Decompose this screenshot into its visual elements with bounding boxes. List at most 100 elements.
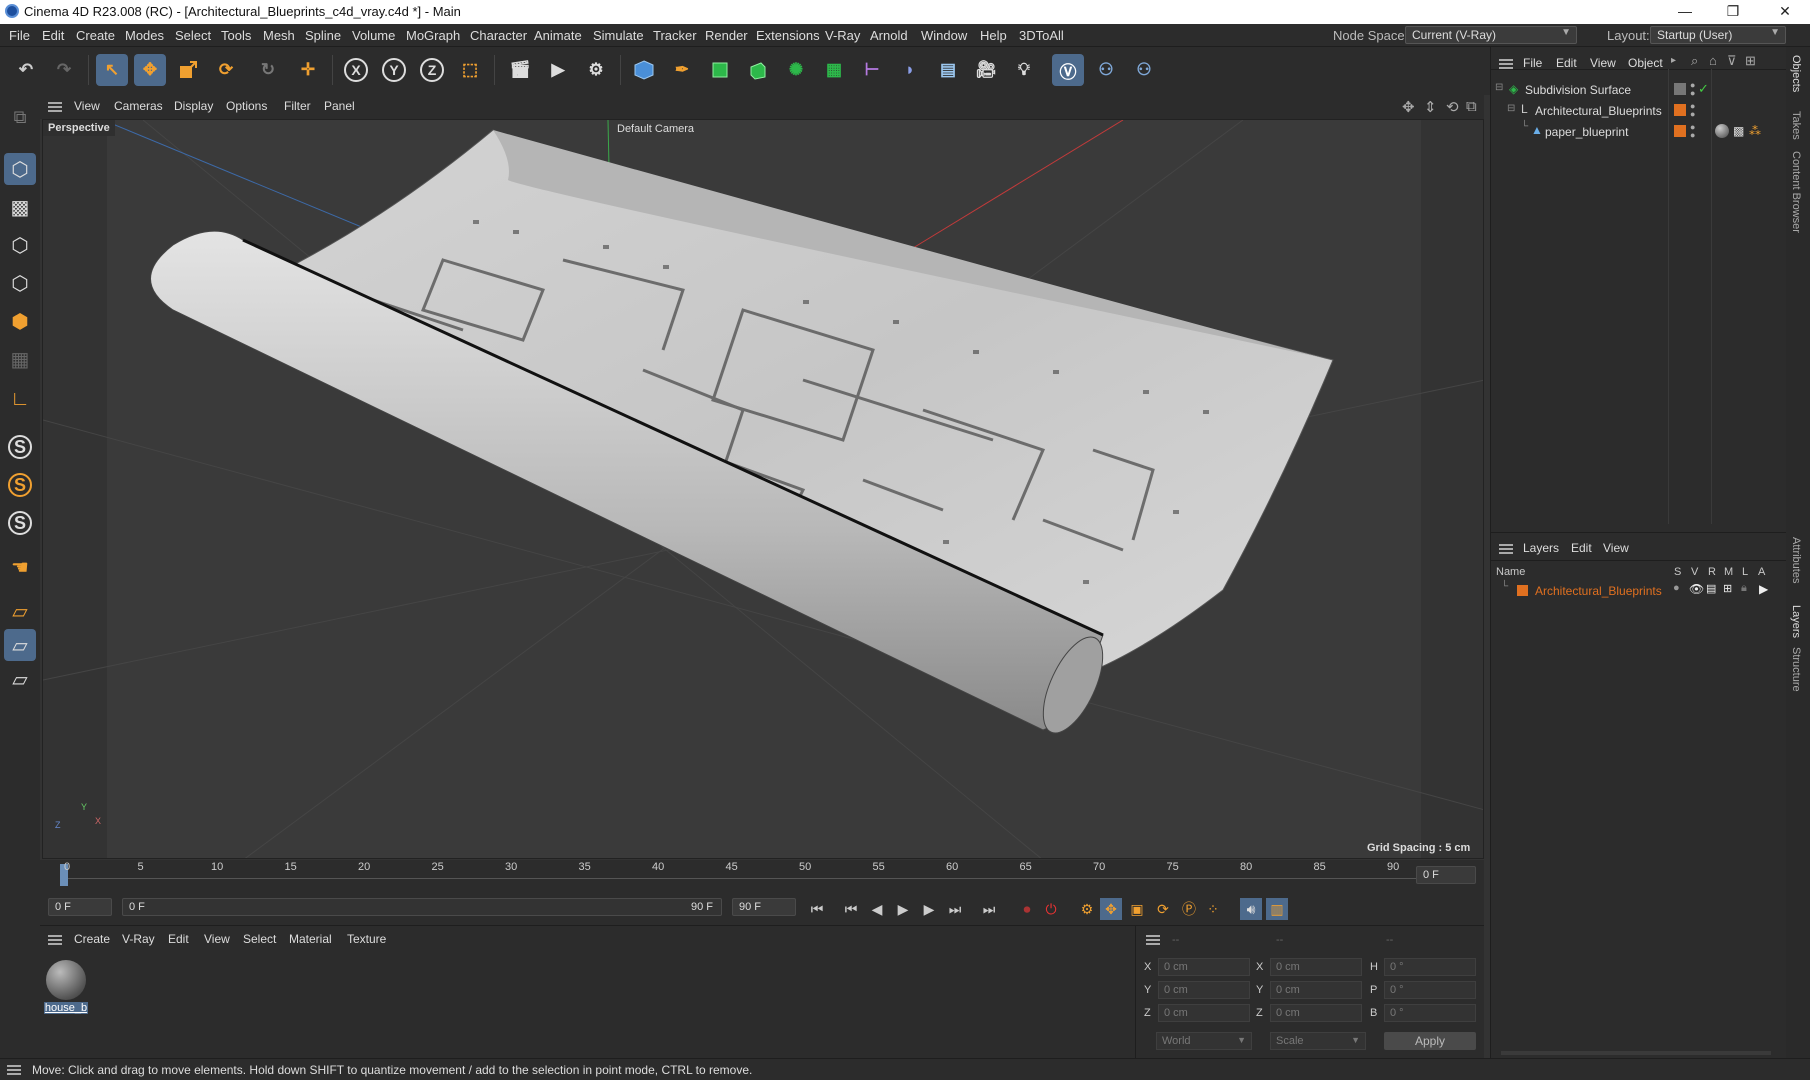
menu-render[interactable]: Render [705,28,748,43]
texture-mode-button[interactable]: ▩ [4,191,36,223]
visibility-dots-icon[interactable]: ● ● [1690,81,1695,98]
manager-tree-icon[interactable]: ⊞ [1723,582,1732,595]
rotate-tool-button[interactable]: ⟳ [210,54,242,86]
layout-select[interactable]: Startup (User) ▼ [1650,26,1786,44]
keyframe-selection-button[interactable]: ⚙ [1076,898,1098,920]
workplane-snap-button[interactable]: S [4,507,36,539]
expand-toggle-icon[interactable]: ⊟ [1507,103,1515,114]
home-icon[interactable]: ⌂ [1709,53,1717,68]
tab-layers[interactable]: Layers [1790,605,1802,638]
coord-pos-x-field[interactable]: 0 cm [1158,958,1250,976]
camera-button[interactable]: 🎥︎ [970,54,1002,86]
coord-size-y-field[interactable]: 0 cm [1270,981,1362,999]
object-menu-edit[interactable]: Edit [1556,56,1577,70]
menu-mograph[interactable]: MoGraph [406,28,460,43]
deformer-button[interactable]: ⊢ [856,54,888,86]
layer-color-swatch[interactable] [1674,104,1686,116]
hamburger-icon[interactable] [7,1065,21,1075]
material-menu-vray[interactable]: V-Ray [122,932,155,946]
close-button[interactable]: ✕ [1762,0,1808,24]
hamburger-icon[interactable] [1499,544,1513,554]
material-menu-view[interactable]: View [204,932,230,946]
vray-tag-icon[interactable]: ⁂ [1749,124,1761,138]
material-menu-edit[interactable]: Edit [168,932,189,946]
go-to-previous-keyframe-button[interactable]: ⏮ [840,898,862,920]
light-button[interactable]: 💡︎ [1008,54,1040,86]
coord-pos-y-field[interactable]: 0 cm [1158,981,1250,999]
key-position-button[interactable]: ✥ [1100,898,1122,920]
menu-character[interactable]: Character [470,28,527,43]
workplane-button[interactable]: ▱ [4,595,36,627]
visibility-dots-icon[interactable]: ● ● [1690,123,1695,140]
object-row-paper-blueprint[interactable]: └ ▲ paper_blueprint ● ● ▩ ⁂ [1491,121,1787,143]
snap-button[interactable]: S [4,431,36,463]
point-mode-button[interactable]: ⬡ [4,229,36,261]
layer-menu-layers[interactable]: Layers [1523,541,1559,555]
material-tag-icon[interactable] [1715,124,1729,138]
planar-workplane-button[interactable]: ▱ [4,663,36,695]
timeline-track[interactable] [60,878,1430,886]
autokeying-button[interactable]: ⏻ [1040,898,1062,920]
eye-icon[interactable]: 👁︎ [1689,582,1704,596]
menu-volume[interactable]: Volume [352,28,395,43]
maximize-view-icon[interactable]: ⧉ [1466,98,1477,115]
menu-vray[interactable]: V-Ray [825,28,860,43]
edge-mode-button[interactable]: ⬡ [4,267,36,299]
snap-settings-button[interactable]: S [4,469,36,501]
viewport-canvas[interactable] [43,120,1484,859]
coord-size-mode-select[interactable]: Scale ▼ [1270,1032,1366,1050]
model-mode-button[interactable]: ⬡ [4,153,36,185]
coord-pos-z-field[interactable]: 0 cm [1158,1004,1250,1022]
menu-window[interactable]: Window [921,28,967,43]
floor-button[interactable]: ▤ [932,54,964,86]
hamburger-icon[interactable] [48,102,62,112]
coord-rot-p-field[interactable]: 0 ° [1384,981,1476,999]
object-menu-object[interactable]: Object [1628,56,1663,70]
move-tool-button[interactable]: ✥ [134,54,166,86]
menu-arnold[interactable]: Arnold [870,28,908,43]
menu-tools[interactable]: Tools [221,28,251,43]
object-menu-view[interactable]: View [1590,56,1616,70]
current-frame-field[interactable]: 0 F [1416,866,1476,884]
coord-mode-select[interactable]: World ▼ [1156,1032,1252,1050]
material-swatch-house_b[interactable]: house_b [44,958,88,1016]
hamburger-icon[interactable] [1499,59,1513,69]
undo-button[interactable]: ↶ [10,54,42,86]
live-selection-button[interactable]: ↖ [96,54,128,86]
tweak-mode-button[interactable]: ☚ [4,551,36,583]
coord-size-z-field[interactable]: 0 cm [1270,1004,1362,1022]
menu-tracker[interactable]: Tracker [653,28,697,43]
pen-spline-button[interactable]: ✒ [666,54,698,86]
visibility-dots-icon[interactable]: ● ● [1690,102,1695,119]
viewport-menu-view[interactable]: View [74,99,100,113]
extrude-button[interactable] [742,54,774,86]
viewport-menu-filter[interactable]: Filter [284,99,311,113]
checker-tag-icon[interactable]: ▩ [1733,124,1744,138]
menu-file[interactable]: File [9,28,30,43]
viewport-menu-options[interactable]: Options [226,99,267,113]
node-space-select[interactable]: Current (V-Ray) ▼ [1405,26,1577,44]
hamburger-icon[interactable] [48,935,62,945]
menu-help[interactable]: Help [980,28,1007,43]
maximize-button[interactable]: ❐ [1710,0,1756,24]
rotate-view-icon[interactable]: ⟲ [1446,98,1459,116]
render-view-button[interactable]: 🎬︎ [504,54,536,86]
tab-attributes[interactable]: Attributes [1790,537,1802,583]
material-menu-select[interactable]: Select [243,932,276,946]
transform-tool-button[interactable]: ✛ [292,54,324,86]
render-picture-viewer-button[interactable]: ▶ [542,54,574,86]
python-script-button[interactable]: ⚇ [1090,54,1122,86]
hamburger-icon[interactable] [1146,935,1160,945]
apply-button[interactable]: Apply [1384,1032,1476,1050]
lock-icon[interactable]: 🔒︎ [1741,582,1747,595]
frame-range-slider[interactable]: 0 F 90 F [122,898,722,916]
key-scale-button[interactable]: ▣ [1126,898,1148,920]
start-frame-field[interactable]: 0 F [48,898,112,916]
recent-tool-button[interactable]: ↻ [252,54,284,86]
layer-color-swatch[interactable] [1517,585,1528,596]
filter-icon[interactable]: ⊽ [1727,53,1737,69]
layer-color-swatch[interactable] [1674,125,1686,137]
search-icon[interactable]: ⌕ [1691,53,1698,69]
menu-spline[interactable]: Spline [305,28,341,43]
mograph-button[interactable]: ▦ [818,54,850,86]
